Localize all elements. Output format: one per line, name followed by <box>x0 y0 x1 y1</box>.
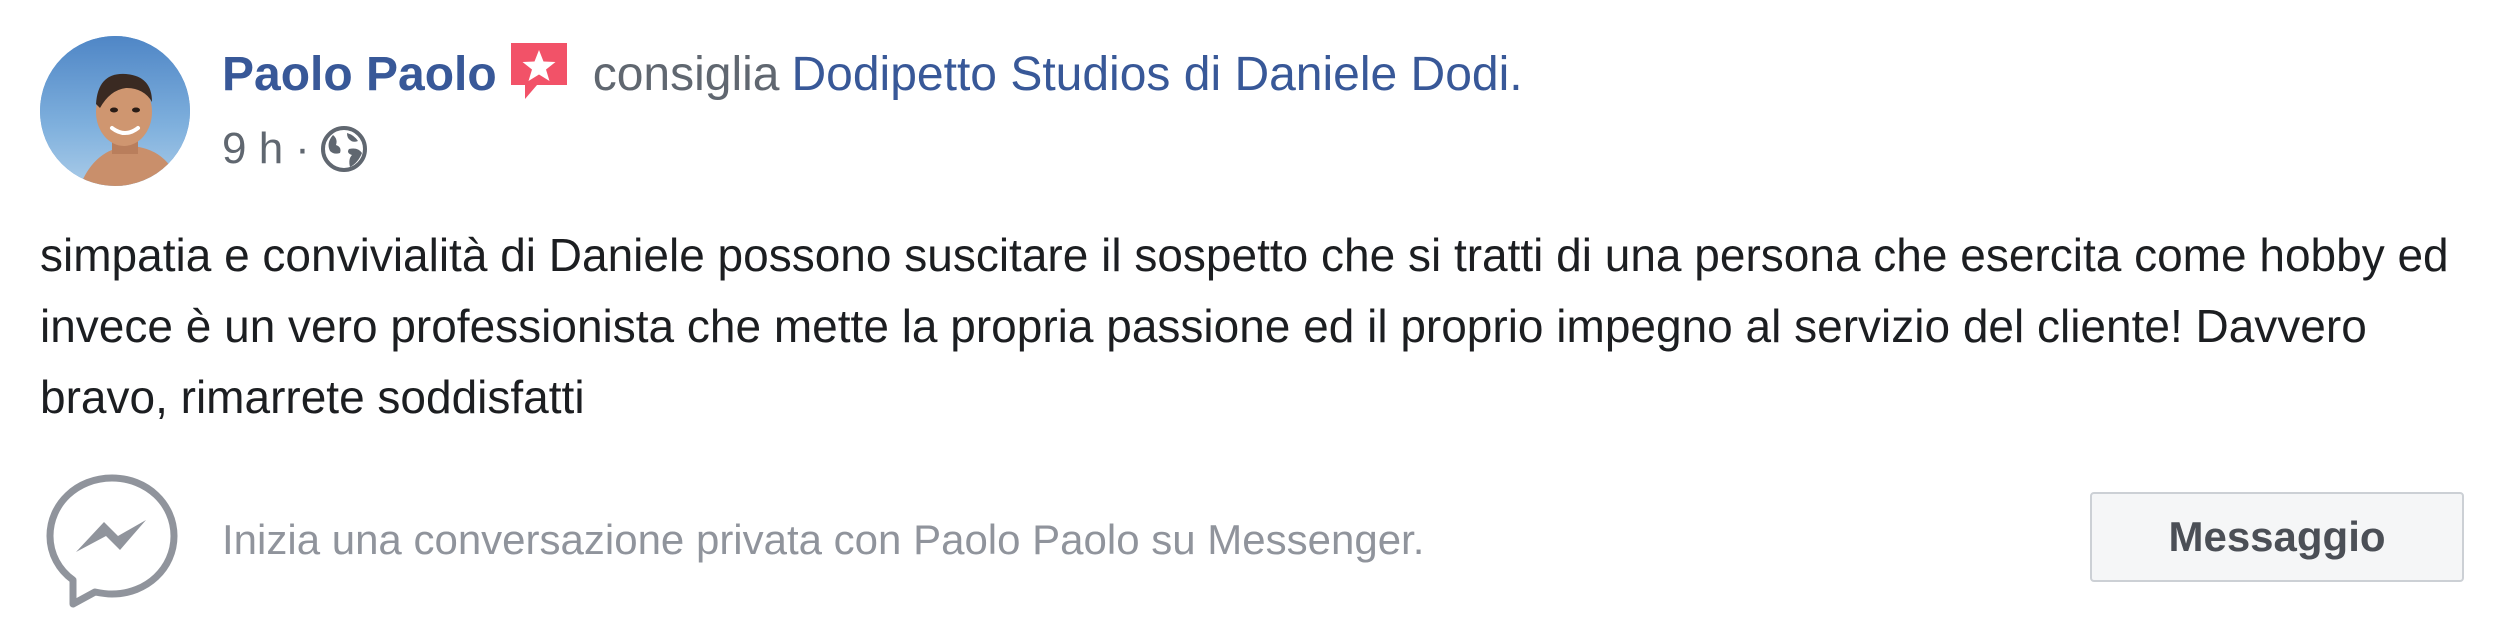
recommends-verb: consiglia <box>592 48 780 101</box>
avatar[interactable] <box>40 36 190 186</box>
globe-icon[interactable] <box>320 125 368 173</box>
recommendation-star-icon <box>507 39 571 103</box>
meta-separator: · <box>295 124 310 173</box>
page-name-suffix: . <box>1509 48 1523 101</box>
recommendation-post: Paolo Paolo consiglia Dodipetto Studios … <box>0 0 2500 633</box>
post-header: Paolo Paolo consiglia Dodipetto Studios … <box>222 40 1523 110</box>
avatar-photo <box>40 36 190 186</box>
post-body-text: simpatia e convivialità di Daniele posso… <box>40 229 2449 423</box>
message-button[interactable]: Messaggio <box>2090 492 2464 582</box>
post-meta: 9 h · <box>222 118 368 180</box>
page-name: Dodipetto Studios di Daniele Dodi <box>791 48 1510 101</box>
page-name-link[interactable]: Dodipetto Studios di Daniele Dodi. <box>792 40 1523 110</box>
post-timestamp[interactable]: 9 h <box>222 124 283 174</box>
messenger-icon <box>40 468 184 612</box>
author-name-link[interactable]: Paolo Paolo <box>222 40 497 110</box>
messenger-prompt: Inizia una conversazione privata con Pao… <box>222 516 1425 563</box>
